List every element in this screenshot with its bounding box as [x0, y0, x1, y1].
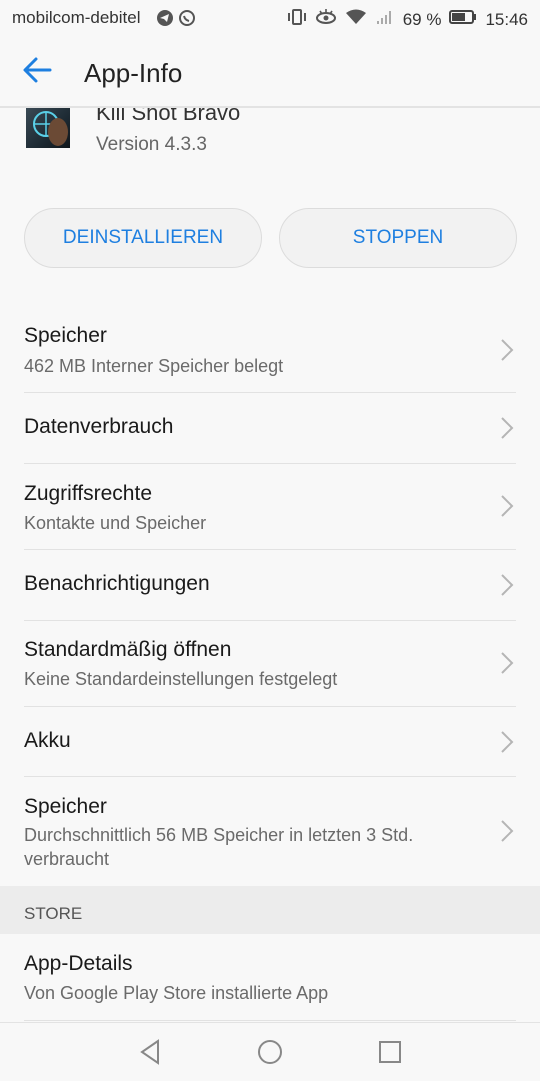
divider: [24, 1020, 516, 1021]
stop-button[interactable]: STOPPEN: [279, 208, 517, 268]
chevron-right-icon: [501, 820, 514, 842]
list-item-storage[interactable]: Speicher 462 MB Interner Speicher belegt: [0, 306, 540, 392]
list-item-open-by-default[interactable]: Standardmäßig öffnen Keine Standardeinst…: [0, 621, 540, 706]
chevron-right-icon: [501, 652, 514, 674]
uninstall-button[interactable]: DEINSTALLIEREN: [24, 208, 262, 268]
list-item-subtitle: Keine Standardeinstellungen festgelegt: [24, 669, 338, 689]
list-item-subtitle: Von Google Play Store installierte App: [24, 983, 329, 1003]
signal-icon: [375, 8, 395, 31]
list-item-subtitle: 462 MB Interner Speicher belegt: [24, 356, 284, 376]
square-recents-icon: [379, 1041, 401, 1063]
app-version: Version 4.3.3: [96, 134, 207, 155]
list-item-title: Speicher: [24, 324, 107, 347]
list-item-title: Akku: [24, 729, 71, 752]
chevron-right-icon: [501, 731, 514, 753]
nav-recents-button[interactable]: [375, 1037, 405, 1067]
section-title: STORE: [24, 904, 83, 923]
list-item-battery[interactable]: Akku: [0, 707, 540, 776]
carrier-name: mobilcom-debitel: [12, 8, 141, 27]
list-item-data-usage[interactable]: Datenverbrauch: [0, 393, 540, 463]
vibrate-icon: [287, 8, 307, 31]
list-item-subtitle: Kontakte und Speicher: [24, 513, 207, 533]
telegram-icon: [156, 9, 174, 32]
back-button[interactable]: [20, 54, 60, 90]
list-item-title: App-Details: [24, 952, 133, 975]
list-item-title: Standardmäßig öffnen: [24, 638, 232, 661]
list-item-title: Speicher: [24, 795, 107, 818]
chevron-right-icon: [501, 574, 514, 596]
arrow-left-icon: [23, 57, 52, 83]
circle-home-icon: [258, 1040, 282, 1064]
list-item-notifications[interactable]: Benachrichtigungen: [0, 550, 540, 620]
nav-home-button[interactable]: [255, 1037, 285, 1067]
triangle-back-icon: [140, 1039, 159, 1065]
status-bar: mobilcom-debitel 69 % 15:46: [0, 0, 540, 36]
wifi-icon: [345, 8, 367, 31]
list-item-title: Datenverbrauch: [24, 415, 174, 438]
app-name: Kill Shot Bravo: [96, 108, 241, 125]
list-item-subtitle: Durchschnittlich 56 MB Speicher in letzt…: [24, 825, 414, 869]
list-item-permissions[interactable]: Zugriffsrechte Kontakte und Speicher: [0, 464, 540, 549]
app-header: Kill Shot Bravo Version 4.3.3: [0, 108, 540, 168]
navigation-bar: [0, 1022, 540, 1081]
chevron-right-icon: [501, 495, 514, 517]
list-item-app-details[interactable]: App-Details Von Google Play Store instal…: [0, 934, 540, 1020]
page-title: App-Info: [84, 58, 183, 88]
nav-back-button[interactable]: [136, 1037, 166, 1067]
eye-icon: [315, 8, 337, 31]
whatsapp-icon: [178, 9, 196, 32]
chevron-right-icon: [501, 417, 514, 439]
list-item-memory[interactable]: Speicher Durchschnittlich 56 MB Speicher…: [0, 777, 540, 886]
app-bar: App-Info: [0, 36, 540, 108]
battery-percent: 69 %: [402, 9, 442, 29]
list-item-title: Zugriffsrechte: [24, 482, 152, 505]
battery-icon: [449, 9, 477, 30]
section-header-store: STORE: [0, 886, 540, 934]
app-icon: [26, 108, 70, 148]
list-item-title: Benachrichtigungen: [24, 572, 210, 595]
clock: 15:46: [485, 9, 528, 29]
chevron-right-icon: [501, 339, 514, 361]
